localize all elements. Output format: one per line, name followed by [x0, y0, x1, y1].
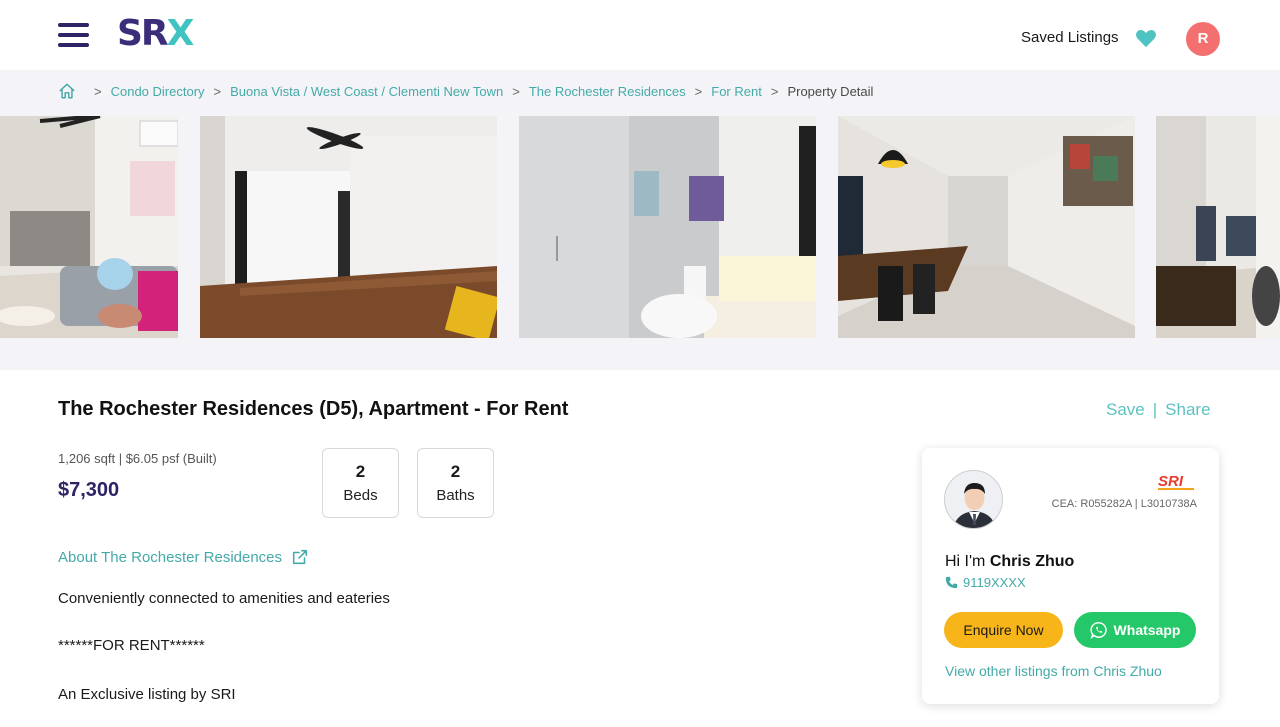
- agent-greeting: Hi I'm Chris Zhuo: [945, 553, 1074, 571]
- description-line: An Exclusive listing by SRI: [58, 686, 236, 703]
- agent-card: SRI CEA: R055282A | L3010738A Hi I'm Chr…: [922, 448, 1219, 704]
- enquire-now-button[interactable]: Enquire Now: [944, 612, 1063, 648]
- description-line: Conveniently connected to amenities and …: [58, 590, 390, 607]
- gallery-photo-living-room[interactable]: [0, 116, 178, 338]
- breadcrumb: > Condo Directory > Buona Vista / West C…: [58, 80, 873, 102]
- share-link[interactable]: Share: [1165, 400, 1210, 419]
- gallery-photo-bathroom[interactable]: [519, 116, 816, 338]
- phone-icon: [945, 576, 958, 589]
- breadcrumb-condo-directory[interactable]: Condo Directory: [111, 84, 205, 99]
- baths-label: Baths: [436, 487, 475, 504]
- about-project-link[interactable]: About The Rochester Residences: [58, 548, 309, 566]
- baths-count: 2: [450, 462, 461, 481]
- description-line: ******FOR RENT******: [58, 637, 205, 654]
- home-icon[interactable]: [58, 82, 76, 100]
- baths-box: 2 Baths: [417, 448, 494, 518]
- breadcrumb-project[interactable]: The Rochester Residences: [529, 84, 686, 99]
- gallery-photo-dining-room[interactable]: [838, 116, 1135, 338]
- chevron-right-icon: >: [94, 83, 102, 99]
- breadcrumb-current: Property Detail: [787, 83, 874, 99]
- chevron-right-icon: >: [770, 83, 779, 99]
- breadcrumb-district[interactable]: Buona Vista / West Coast / Clementi New …: [230, 84, 503, 99]
- menu-icon[interactable]: [58, 23, 89, 47]
- chevron-right-icon: >: [694, 83, 703, 99]
- listing-price: $7,300: [58, 479, 120, 501]
- whatsapp-icon: [1089, 622, 1107, 639]
- sri-agency-logo: SRI: [1158, 473, 1194, 490]
- chevron-right-icon: >: [512, 83, 520, 99]
- size-info: 1,206 sqft | $6.05 psf (Built): [58, 451, 217, 466]
- agent-name: Chris Zhuo: [989, 553, 1075, 570]
- chevron-right-icon: >: [213, 83, 222, 99]
- about-project-label: About The Rochester Residences: [58, 548, 283, 566]
- view-other-listings-link[interactable]: View other listings from Chris Zhuo: [945, 663, 1162, 679]
- external-link-icon: [292, 549, 308, 565]
- save-share-actions: Save | Share: [1106, 400, 1211, 420]
- gallery-photo-bedroom[interactable]: [200, 116, 497, 338]
- agent-phone-link[interactable]: 9119XXXX: [945, 575, 1026, 590]
- srx-logo[interactable]: SRX: [117, 14, 194, 54]
- save-link[interactable]: Save: [1106, 400, 1145, 419]
- agent-photo[interactable]: [944, 470, 1003, 529]
- gallery-photo-living-room-2[interactable]: [1156, 116, 1280, 338]
- whatsapp-button[interactable]: Whatsapp: [1074, 612, 1196, 648]
- beds-count: 2: [355, 462, 366, 481]
- beds-label: Beds: [343, 487, 378, 504]
- beds-box: 2 Beds: [322, 448, 399, 518]
- svg-text:SRI: SRI: [1158, 473, 1184, 490]
- agent-phone: 9119XXXX: [963, 575, 1026, 590]
- action-divider: |: [1152, 400, 1158, 419]
- greeting-text: Hi I'm: [945, 553, 986, 570]
- breadcrumb-for-rent[interactable]: For Rent: [711, 84, 762, 99]
- listing-title: The Rochester Residences (D5), Apartment…: [58, 398, 569, 420]
- user-avatar[interactable]: R: [1186, 22, 1220, 56]
- heart-icon[interactable]: [1135, 28, 1157, 48]
- agent-cea-number: CEA: R055282A | L3010738A: [1051, 498, 1197, 510]
- whatsapp-label: Whatsapp: [1113, 622, 1181, 638]
- site-header: SRX Saved Listings R: [0, 0, 1280, 70]
- card-pointer: [895, 370, 975, 412]
- saved-listings-link[interactable]: Saved Listings: [1021, 29, 1119, 46]
